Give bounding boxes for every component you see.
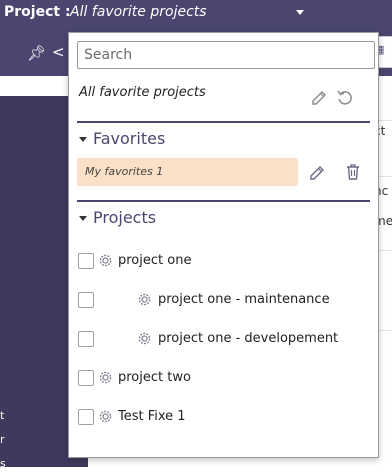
sidebar-fragment: t <box>0 409 5 422</box>
projects-section-header[interactable]: Projects <box>79 208 156 227</box>
project-name: project one - maintenance <box>158 292 330 307</box>
project-name: Test Fixe 1 <box>118 409 186 424</box>
current-selection-label: All favorite projects <box>79 85 206 100</box>
gear-icon <box>138 332 151 345</box>
edit-favorite-icon[interactable] <box>307 163 327 183</box>
collapse-triangle-icon <box>79 216 87 221</box>
project-checkbox[interactable] <box>78 292 94 308</box>
search-input[interactable] <box>77 41 375 69</box>
project-checkbox[interactable] <box>78 409 94 425</box>
sidebar-fragment: r <box>0 433 5 446</box>
project-name: project two <box>118 370 191 385</box>
reset-icon[interactable] <box>335 88 355 108</box>
favorite-item[interactable]: My favorites 1 <box>77 158 298 186</box>
project-selector-value[interactable]: All favorite projects <box>70 4 207 20</box>
edit-icon[interactable] <box>309 88 329 108</box>
dropdown-caret-icon[interactable] <box>296 10 304 15</box>
favorites-section-header[interactable]: Favorites <box>79 129 165 148</box>
project-dropdown-panel: All favorite projects Favorites My favor… <box>68 32 379 458</box>
favorite-item-label: My favorites 1 <box>85 165 164 178</box>
project-checkbox[interactable] <box>78 253 94 269</box>
project-row[interactable]: project one - developement <box>69 329 378 353</box>
project-name: project one <box>118 253 192 268</box>
project-label: Project : <box>4 4 71 20</box>
project-row[interactable]: project one - maintenance <box>69 290 378 314</box>
project-row[interactable]: Test Fixe 1 <box>69 407 378 431</box>
favorites-title: Favorites <box>93 129 166 148</box>
collapse-menu-icon[interactable]: < <box>52 43 65 61</box>
gear-icon <box>99 371 112 384</box>
delete-favorite-icon[interactable] <box>343 162 363 182</box>
sidebar-fragments: t r s <box>0 404 6 476</box>
section-divider <box>77 200 370 202</box>
project-checkbox[interactable] <box>78 331 94 347</box>
project-row[interactable]: project one <box>69 251 378 275</box>
top-bar: Project : All favorite projects <box>0 0 392 28</box>
gear-icon <box>99 254 112 267</box>
gear-icon <box>99 410 112 423</box>
project-checkbox[interactable] <box>78 370 94 386</box>
section-divider <box>77 121 370 123</box>
project-name: project one - developement <box>158 331 339 346</box>
project-row[interactable]: project two <box>69 368 378 392</box>
pin-icon[interactable]: 📌︎ <box>27 44 46 62</box>
gear-icon <box>138 293 151 306</box>
sidebar-fragment: s <box>0 457 6 470</box>
collapse-triangle-icon <box>79 137 87 142</box>
projects-title: Projects <box>93 208 157 227</box>
